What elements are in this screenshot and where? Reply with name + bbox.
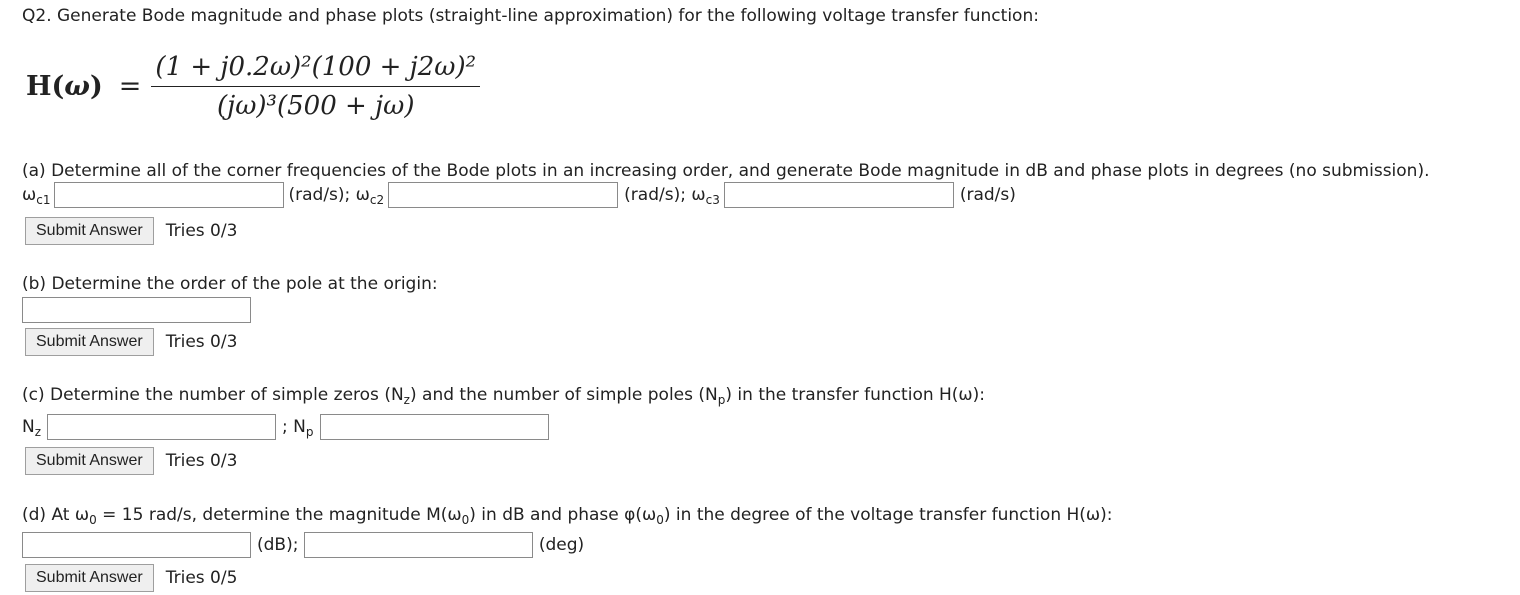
part-d-prompt: (d) At ω0 = 15 rad/s, determine the magn… bbox=[22, 505, 1113, 527]
part-b-submit-button[interactable]: Submit Answer bbox=[25, 328, 154, 356]
part-b-input-row bbox=[22, 297, 251, 323]
nz-label: Nz bbox=[22, 417, 42, 439]
formula-denominator: (jω)³(500 + jω) bbox=[217, 91, 415, 121]
omega-c2-unit: (rad/s); bbox=[624, 185, 692, 205]
omega-c1-unit: (rad/s); bbox=[288, 185, 356, 205]
part-b-prompt: (b) Determine the order of the pole at t… bbox=[22, 274, 438, 294]
part-a-inputs-row: ωc1 (rad/s); ωc2 (rad/s); ωc3 (rad/s) bbox=[22, 182, 1016, 208]
part-c-inputs-row: Nz ; Np bbox=[22, 414, 549, 440]
question-title: Q2. Generate Bode magnitude and phase pl… bbox=[22, 6, 1039, 26]
part-a-prompt: (a) Determine all of the corner frequenc… bbox=[22, 161, 1430, 181]
omega-c3-input[interactable] bbox=[723, 182, 954, 208]
phase-deg-input[interactable] bbox=[303, 532, 533, 558]
np-label: ; Np bbox=[282, 417, 314, 439]
formula-fraction: (1 + j0.2ω)²(100 + j2ω)² (jω)³(500 + jω) bbox=[151, 52, 481, 121]
part-c-submit-row: Submit Answer Tries 0/3 bbox=[22, 447, 237, 475]
omega-c3-label: ωc3 bbox=[691, 185, 720, 207]
omega-c2-input[interactable] bbox=[388, 182, 619, 208]
part-b-tries: Tries 0/3 bbox=[165, 332, 238, 352]
magnitude-unit: (dB); bbox=[257, 535, 304, 555]
part-a-tries: Tries 0/3 bbox=[165, 221, 238, 241]
nz-input[interactable] bbox=[47, 414, 277, 440]
formula-numerator: (1 + j0.2ω)²(100 + j2ω)² bbox=[151, 52, 481, 87]
part-d-tries: Tries 0/5 bbox=[165, 568, 238, 588]
part-d-inputs-row: (dB); (deg) bbox=[22, 532, 584, 558]
omega-c1-label: ωc1 bbox=[22, 185, 51, 207]
part-d-submit-button[interactable]: Submit Answer bbox=[25, 564, 154, 592]
omega-c2-label: ωc2 bbox=[355, 185, 385, 207]
part-b-submit-row: Submit Answer Tries 0/3 bbox=[22, 328, 237, 356]
formula-lhs: H(ω) bbox=[26, 71, 103, 102]
transfer-function-formula: H(ω) = (1 + j0.2ω)²(100 + j2ω)² (jω)³(50… bbox=[26, 52, 481, 121]
omega-c3-unit: (rad/s) bbox=[959, 185, 1016, 205]
omega-c1-input[interactable] bbox=[54, 182, 285, 208]
phase-unit: (deg) bbox=[538, 535, 585, 555]
part-a-submit-row: Submit Answer Tries 0/3 bbox=[22, 217, 237, 245]
part-c-prompt: (c) Determine the number of simple zeros… bbox=[22, 385, 986, 407]
formula-equals: = bbox=[118, 71, 142, 102]
np-input[interactable] bbox=[319, 414, 549, 440]
part-c-submit-button[interactable]: Submit Answer bbox=[25, 447, 154, 475]
part-d-submit-row: Submit Answer Tries 0/5 bbox=[22, 564, 237, 592]
part-c-tries: Tries 0/3 bbox=[165, 451, 238, 471]
magnitude-db-input[interactable] bbox=[22, 532, 251, 558]
pole-order-input[interactable] bbox=[22, 297, 251, 323]
part-a-submit-button[interactable]: Submit Answer bbox=[25, 217, 154, 245]
